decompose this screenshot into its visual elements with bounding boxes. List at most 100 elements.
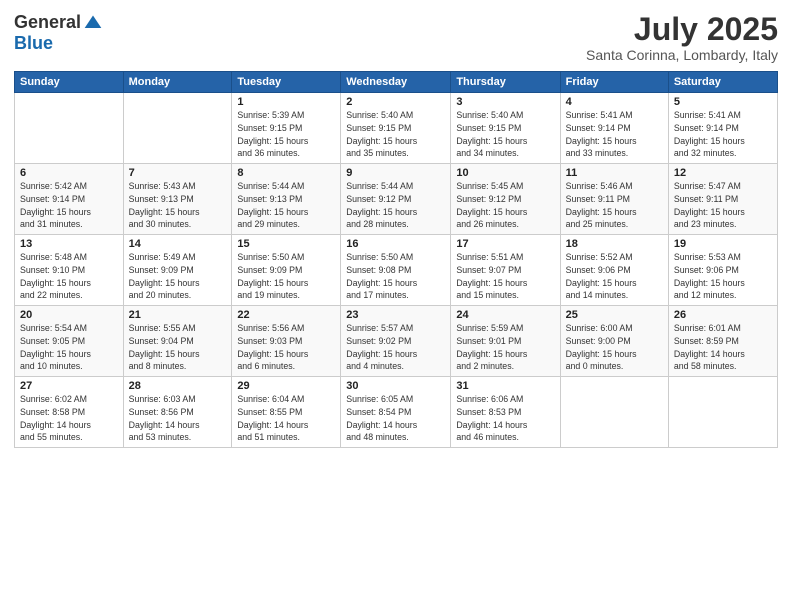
col-saturday: Saturday [668,72,777,93]
day-info: Sunrise: 5:44 AMSunset: 9:12 PMDaylight:… [346,180,445,231]
table-row: 14Sunrise: 5:49 AMSunset: 9:09 PMDayligh… [123,235,232,306]
table-row: 19Sunrise: 5:53 AMSunset: 9:06 PMDayligh… [668,235,777,306]
table-row: 23Sunrise: 5:57 AMSunset: 9:02 PMDayligh… [341,306,451,377]
day-number: 10 [456,167,554,179]
month-title: July 2025 [586,12,778,47]
day-info: Sunrise: 5:40 AMSunset: 9:15 PMDaylight:… [456,109,554,160]
day-number: 25 [566,309,663,321]
table-row [15,93,124,164]
table-row [668,377,777,448]
day-number: 9 [346,167,445,179]
day-number: 20 [20,309,118,321]
day-number: 11 [566,167,663,179]
day-number: 6 [20,167,118,179]
calendar-week-row: 13Sunrise: 5:48 AMSunset: 9:10 PMDayligh… [15,235,778,306]
day-number: 13 [20,238,118,250]
table-row: 31Sunrise: 6:06 AMSunset: 8:53 PMDayligh… [451,377,560,448]
table-row: 12Sunrise: 5:47 AMSunset: 9:11 PMDayligh… [668,164,777,235]
table-row: 28Sunrise: 6:03 AMSunset: 8:56 PMDayligh… [123,377,232,448]
day-info: Sunrise: 5:56 AMSunset: 9:03 PMDaylight:… [237,322,335,373]
day-number: 18 [566,238,663,250]
col-sunday: Sunday [15,72,124,93]
header: General Blue July 2025 Santa Corinna, Lo… [14,12,778,63]
logo-icon [83,13,103,33]
calendar-table: Sunday Monday Tuesday Wednesday Thursday… [14,71,778,448]
day-info: Sunrise: 5:41 AMSunset: 9:14 PMDaylight:… [566,109,663,160]
calendar-week-row: 6Sunrise: 5:42 AMSunset: 9:14 PMDaylight… [15,164,778,235]
day-info: Sunrise: 5:52 AMSunset: 9:06 PMDaylight:… [566,251,663,302]
day-info: Sunrise: 5:55 AMSunset: 9:04 PMDaylight:… [129,322,227,373]
day-info: Sunrise: 5:41 AMSunset: 9:14 PMDaylight:… [674,109,772,160]
col-tuesday: Tuesday [232,72,341,93]
table-row: 7Sunrise: 5:43 AMSunset: 9:13 PMDaylight… [123,164,232,235]
day-number: 17 [456,238,554,250]
table-row: 6Sunrise: 5:42 AMSunset: 9:14 PMDaylight… [15,164,124,235]
day-number: 29 [237,380,335,392]
day-number: 1 [237,96,335,108]
day-info: Sunrise: 6:02 AMSunset: 8:58 PMDaylight:… [20,393,118,444]
day-info: Sunrise: 6:04 AMSunset: 8:55 PMDaylight:… [237,393,335,444]
table-row: 26Sunrise: 6:01 AMSunset: 8:59 PMDayligh… [668,306,777,377]
day-number: 31 [456,380,554,392]
calendar-week-row: 20Sunrise: 5:54 AMSunset: 9:05 PMDayligh… [15,306,778,377]
table-row: 9Sunrise: 5:44 AMSunset: 9:12 PMDaylight… [341,164,451,235]
col-wednesday: Wednesday [341,72,451,93]
day-number: 27 [20,380,118,392]
day-number: 16 [346,238,445,250]
table-row: 17Sunrise: 5:51 AMSunset: 9:07 PMDayligh… [451,235,560,306]
day-info: Sunrise: 6:05 AMSunset: 8:54 PMDaylight:… [346,393,445,444]
table-row: 8Sunrise: 5:44 AMSunset: 9:13 PMDaylight… [232,164,341,235]
day-number: 28 [129,380,227,392]
table-row: 3Sunrise: 5:40 AMSunset: 9:15 PMDaylight… [451,93,560,164]
table-row: 10Sunrise: 5:45 AMSunset: 9:12 PMDayligh… [451,164,560,235]
day-number: 3 [456,96,554,108]
logo: General Blue [14,12,103,54]
calendar-header-row: Sunday Monday Tuesday Wednesday Thursday… [15,72,778,93]
day-info: Sunrise: 5:42 AMSunset: 9:14 PMDaylight:… [20,180,118,231]
table-row: 20Sunrise: 5:54 AMSunset: 9:05 PMDayligh… [15,306,124,377]
day-number: 24 [456,309,554,321]
day-number: 4 [566,96,663,108]
day-number: 8 [237,167,335,179]
day-number: 5 [674,96,772,108]
logo-blue-text: Blue [14,33,53,54]
day-number: 7 [129,167,227,179]
table-row: 30Sunrise: 6:05 AMSunset: 8:54 PMDayligh… [341,377,451,448]
table-row [123,93,232,164]
day-number: 19 [674,238,772,250]
day-info: Sunrise: 5:59 AMSunset: 9:01 PMDaylight:… [456,322,554,373]
calendar-week-row: 27Sunrise: 6:02 AMSunset: 8:58 PMDayligh… [15,377,778,448]
day-info: Sunrise: 5:44 AMSunset: 9:13 PMDaylight:… [237,180,335,231]
table-row: 21Sunrise: 5:55 AMSunset: 9:04 PMDayligh… [123,306,232,377]
day-info: Sunrise: 6:01 AMSunset: 8:59 PMDaylight:… [674,322,772,373]
day-info: Sunrise: 5:50 AMSunset: 9:08 PMDaylight:… [346,251,445,302]
day-number: 23 [346,309,445,321]
table-row: 11Sunrise: 5:46 AMSunset: 9:11 PMDayligh… [560,164,668,235]
table-row: 2Sunrise: 5:40 AMSunset: 9:15 PMDaylight… [341,93,451,164]
table-row: 25Sunrise: 6:00 AMSunset: 9:00 PMDayligh… [560,306,668,377]
day-info: Sunrise: 5:40 AMSunset: 9:15 PMDaylight:… [346,109,445,160]
location: Santa Corinna, Lombardy, Italy [586,47,778,63]
day-info: Sunrise: 5:49 AMSunset: 9:09 PMDaylight:… [129,251,227,302]
day-number: 14 [129,238,227,250]
day-info: Sunrise: 5:47 AMSunset: 9:11 PMDaylight:… [674,180,772,231]
day-info: Sunrise: 5:48 AMSunset: 9:10 PMDaylight:… [20,251,118,302]
day-number: 30 [346,380,445,392]
table-row: 1Sunrise: 5:39 AMSunset: 9:15 PMDaylight… [232,93,341,164]
day-number: 21 [129,309,227,321]
col-thursday: Thursday [451,72,560,93]
day-info: Sunrise: 5:39 AMSunset: 9:15 PMDaylight:… [237,109,335,160]
table-row: 15Sunrise: 5:50 AMSunset: 9:09 PMDayligh… [232,235,341,306]
col-monday: Monday [123,72,232,93]
day-info: Sunrise: 5:53 AMSunset: 9:06 PMDaylight:… [674,251,772,302]
day-number: 22 [237,309,335,321]
table-row [560,377,668,448]
table-row: 22Sunrise: 5:56 AMSunset: 9:03 PMDayligh… [232,306,341,377]
day-info: Sunrise: 5:54 AMSunset: 9:05 PMDaylight:… [20,322,118,373]
table-row: 4Sunrise: 5:41 AMSunset: 9:14 PMDaylight… [560,93,668,164]
day-info: Sunrise: 5:50 AMSunset: 9:09 PMDaylight:… [237,251,335,302]
page: General Blue July 2025 Santa Corinna, Lo… [0,0,792,612]
table-row: 16Sunrise: 5:50 AMSunset: 9:08 PMDayligh… [341,235,451,306]
day-info: Sunrise: 6:06 AMSunset: 8:53 PMDaylight:… [456,393,554,444]
logo-general-text: General [14,12,81,33]
